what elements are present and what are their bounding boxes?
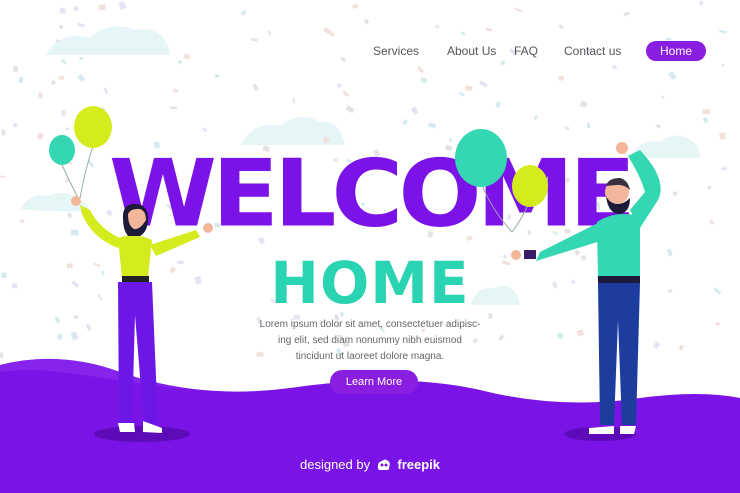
nav-item-contact-us[interactable]: Contact us — [564, 38, 621, 64]
balloon-icon — [74, 106, 112, 148]
nav-item-about-us[interactable]: About Us — [447, 38, 496, 64]
landing-page: WELCOME HOME Lorem ipsum dolor sit amet,… — [0, 0, 740, 493]
balloon-icon — [512, 165, 548, 207]
designer-credit: designed by freepik — [300, 455, 440, 475]
learn-more-button[interactable]: Learn More — [330, 370, 418, 394]
freepik-logo-icon — [376, 458, 392, 478]
nav-item-home[interactable]: Home — [646, 41, 707, 61]
hero-description-line: Lorem ipsum dolor sit amet, consectetuer… — [259, 319, 481, 330]
balloon-icon — [455, 129, 507, 187]
top-navigation: Services About Us FAQ Contact us Home — [0, 38, 740, 64]
hero-description: Lorem ipsum dolor sit amet, consectetuer… — [250, 317, 490, 365]
hero-description-line: ing elit, sed diam nonummy nibh euismod — [278, 335, 462, 346]
characters-layer — [49, 106, 661, 434]
credit-prefix: designed by — [300, 457, 371, 472]
balloon-icon — [49, 135, 75, 165]
home-subheadline: HOME — [270, 249, 470, 317]
credit-brand: freepik — [397, 457, 441, 472]
hero-description-line: tincidunt ut laoreet dolore magna. — [295, 351, 445, 362]
nav-item-services[interactable]: Services — [373, 38, 419, 64]
nav-item-faq[interactable]: FAQ — [514, 38, 538, 64]
